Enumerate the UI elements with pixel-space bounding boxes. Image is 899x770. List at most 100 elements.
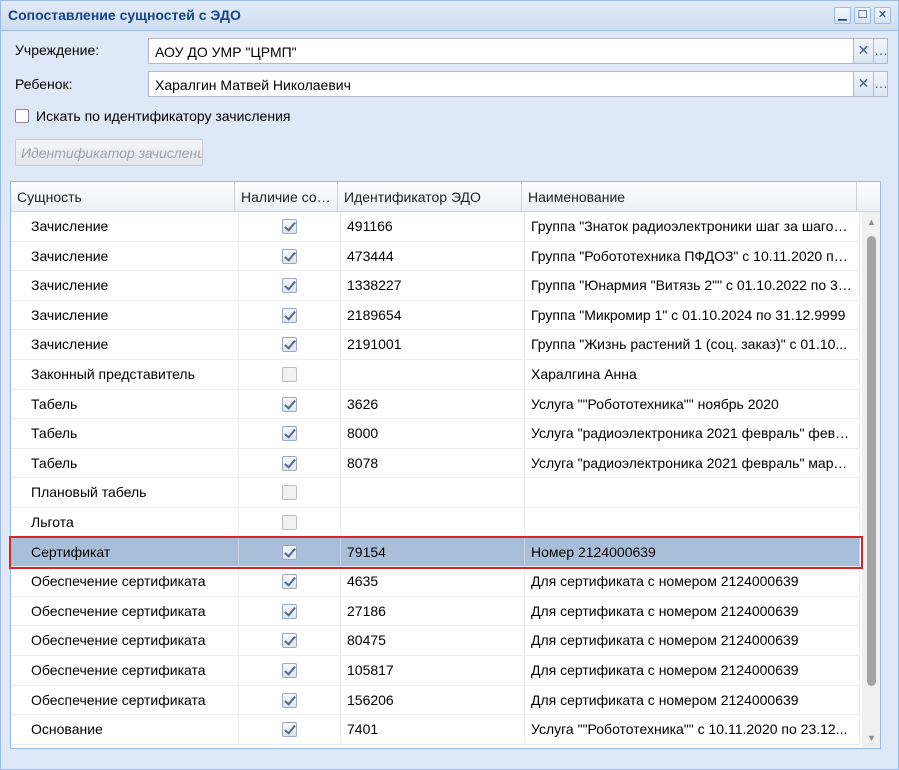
matched-cell: [239, 360, 341, 389]
table-row[interactable]: Сертификат 79154 Номер 2124000639: [11, 537, 860, 568]
matched-cell: [239, 715, 341, 745]
edo-id-cell: 156206: [341, 685, 525, 715]
name-cell: Услуга ""Робототехника"" с 10.11.2020 по…: [525, 715, 860, 745]
matched-cell: [239, 656, 341, 685]
table-row[interactable]: Зачисление 1338227 Группа "Юнармия "Витязь…: [11, 271, 860, 301]
matched-cell: [239, 300, 341, 330]
matched-cell: [239, 389, 341, 419]
checked-checkbox-icon: [282, 455, 297, 471]
table-row[interactable]: Зачисление 2189654 Группа "Микромир 1" с 0…: [11, 300, 860, 331]
edo-id-cell: 105817: [341, 656, 525, 685]
name-cell: Услуга ""Робототехника"" ноябрь 2020: [525, 389, 860, 419]
window-titlebar[interactable]: Сопоставление сущностей с ЭДО ▁ ☐ ✕: [1, 1, 898, 31]
minimize-icon[interactable]: ▁: [834, 7, 851, 24]
edo-id-cell: 3626: [341, 389, 525, 419]
entity-cell: Основание: [11, 715, 239, 745]
edo-id-cell: 8000: [341, 419, 525, 449]
table-row[interactable]: Плановый табель: [11, 478, 860, 508]
select-child-icon[interactable]: …: [874, 71, 888, 97]
scroll-down-icon[interactable]: ▼: [862, 730, 880, 747]
name-cell: [525, 478, 860, 508]
table-row[interactable]: Табель 8078 Услуга "радиоэлектроника 2021 …: [11, 448, 860, 479]
close-icon[interactable]: ✕: [874, 7, 891, 24]
checked-checkbox-icon: [282, 219, 297, 234]
table-row[interactable]: Табель 8000 Услуга "радиоэлектроника 2021 …: [11, 419, 860, 449]
clear-institution-icon[interactable]: ✕: [854, 38, 874, 64]
institution-field[interactable]: АОУ ДО УМР "ЦРМП": [148, 38, 854, 64]
table-row[interactable]: Табель 3626 Услуга ""Робототехника"" ноябр…: [11, 389, 860, 420]
entity-cell: Законный представитель: [11, 360, 239, 389]
name-cell: Группа "Юнармия "Витязь 2"" с 01.10.2022…: [525, 271, 860, 301]
edo-id-cell: 8078: [341, 448, 525, 478]
enrollment-id-field[interactable]: Идентификатор зачисления: [15, 139, 203, 166]
checked-checkbox-icon: [282, 544, 297, 560]
matched-cell: [239, 419, 341, 449]
table-row[interactable]: Обеспечение сертификата 105817 Для сертифи…: [11, 656, 860, 686]
edo-id-cell: [341, 478, 525, 508]
entity-cell: Обеспечение сертификата: [11, 656, 239, 685]
checked-checkbox-icon: [282, 692, 297, 708]
entity-cell: Обеспечение сертификата: [11, 685, 239, 715]
vertical-scrollbar[interactable]: ▲ ▼: [862, 212, 880, 748]
edo-id-cell: 7401: [341, 715, 525, 745]
name-cell: Харалгина Анна: [525, 360, 860, 389]
table-row[interactable]: Обеспечение сертификата 156206 Для сертифи…: [11, 685, 860, 716]
entity-cell: Сертификат: [11, 537, 239, 567]
clear-child-icon[interactable]: ✕: [854, 71, 874, 97]
entity-cell: Льгота: [11, 508, 239, 537]
unchecked-checkbox-icon: [282, 485, 297, 501]
edo-id-cell: [341, 508, 525, 537]
edo-id-cell: 491166: [341, 212, 525, 241]
checked-checkbox-icon: [282, 603, 297, 619]
edo-id-cell: 27186: [341, 596, 525, 626]
search-by-id-checkbox[interactable]: [15, 109, 29, 123]
maximize-icon[interactable]: ☐: [854, 7, 871, 24]
checked-checkbox-icon: [282, 307, 297, 323]
matched-cell: [239, 626, 341, 656]
search-by-id-label[interactable]: Искать по идентификатору зачисления: [36, 108, 290, 124]
matched-cell: [239, 567, 341, 597]
entity-cell: Зачисление: [11, 300, 239, 330]
checked-checkbox-icon: [282, 663, 297, 678]
entity-cell: Обеспечение сертификата: [11, 626, 239, 656]
scroll-thumb[interactable]: [867, 236, 876, 686]
matched-cell: [239, 685, 341, 715]
select-institution-icon[interactable]: …: [874, 38, 888, 64]
table-row[interactable]: Обеспечение сертификата 80475 Для сертифик…: [11, 626, 860, 656]
column-header-edo-id[interactable]: Идентификатор ЭДО: [338, 182, 522, 212]
matched-cell: [239, 241, 341, 271]
unchecked-checkbox-icon: [282, 515, 297, 530]
table-row[interactable]: Льгота: [11, 508, 860, 538]
column-header-name[interactable]: Наименование: [522, 182, 857, 212]
checked-checkbox-icon: [282, 722, 297, 738]
edo-id-cell: 80475: [341, 626, 525, 656]
child-field[interactable]: Харалгин Матвей Николаевич: [148, 71, 854, 97]
table-row[interactable]: Зачисление 473444 Группа "Робототехника ПФ…: [11, 241, 860, 272]
column-header-entity[interactable]: Сущность: [11, 182, 235, 212]
name-cell: Для сертификата с номером 2124000639: [525, 656, 860, 685]
institution-label: Учреждение:: [15, 42, 100, 58]
checked-checkbox-icon: [282, 633, 297, 649]
name-cell: Для сертификата с номером 2124000639: [525, 685, 860, 715]
table-row[interactable]: Обеспечение сертификата 4635 Для сертифика…: [11, 567, 860, 597]
scroll-up-icon[interactable]: ▲: [862, 214, 880, 231]
table-row[interactable]: Зачисление 2191001 Группа "Жизнь растений …: [11, 330, 860, 360]
entity-grid: Сущность Наличие сопоставления Идентифик…: [10, 181, 881, 749]
table-row[interactable]: Зачисление 491166 Группа "Знаток радиоэлек…: [11, 212, 860, 242]
matched-cell: [239, 508, 341, 537]
name-cell: Для сертификата с номером 2124000639: [525, 626, 860, 656]
name-cell: Для сертификата с номером 2124000639: [525, 567, 860, 597]
table-row[interactable]: Законный представитель Харалгина Анна: [11, 360, 860, 390]
edo-id-cell: [341, 360, 525, 389]
matched-cell: [239, 478, 341, 508]
entity-cell: Табель: [11, 389, 239, 419]
matched-cell: [239, 596, 341, 626]
entity-cell: Плановый табель: [11, 478, 239, 508]
name-cell: Услуга "радиоэлектроника 2021 февраль" ф…: [525, 419, 860, 449]
table-row[interactable]: Обеспечение сертификата 27186 Для сертифик…: [11, 596, 860, 627]
name-cell: [525, 508, 860, 537]
column-header-matched[interactable]: Наличие сопоставления: [235, 182, 338, 212]
checked-checkbox-icon: [282, 426, 297, 442]
table-row[interactable]: Основание 7401 Услуга ""Робототехника"" с …: [11, 715, 860, 745]
edo-id-cell: 2191001: [341, 330, 525, 360]
